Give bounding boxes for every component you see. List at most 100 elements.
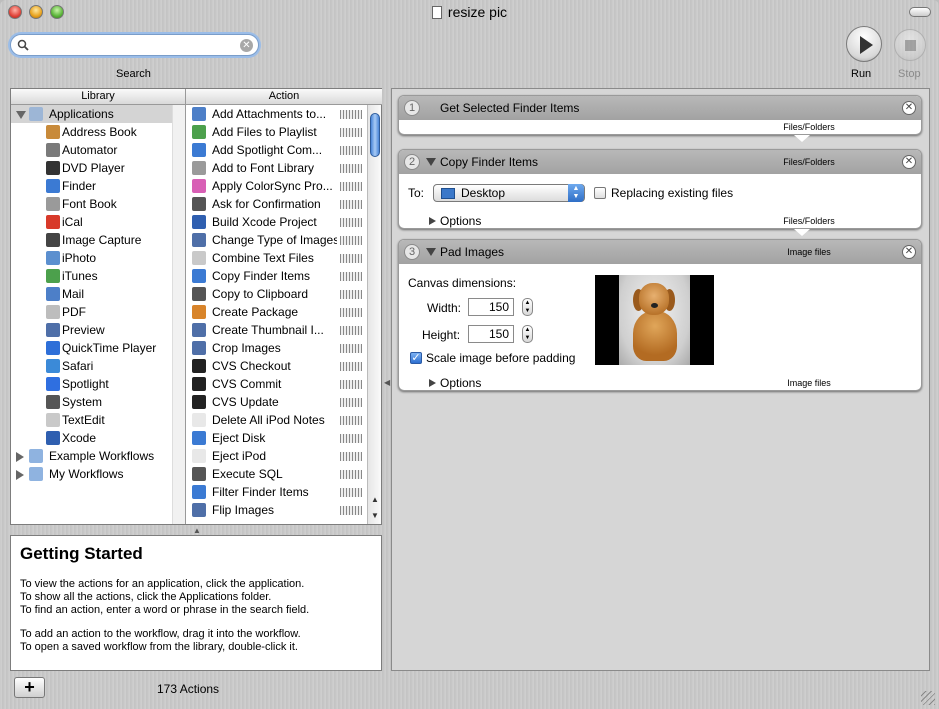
width-stepper[interactable]: ▲ ▼ [522, 298, 533, 316]
library-item[interactable]: Xcode [11, 429, 172, 447]
workflow-step-2[interactable]: 2 Copy Finder Items Files/Folders ✕ To: … [398, 149, 922, 229]
action-list-item[interactable]: Copy to Clipboard [187, 285, 367, 303]
search-input[interactable] [33, 37, 233, 53]
action-column-header[interactable]: Action [186, 89, 382, 105]
drag-grip-icon[interactable] [340, 236, 362, 245]
drag-grip-icon[interactable] [340, 128, 362, 137]
library-item[interactable]: Example Workflows [11, 447, 172, 465]
drag-grip-icon[interactable] [340, 380, 362, 389]
drag-grip-icon[interactable] [340, 146, 362, 155]
library-item[interactable]: Font Book [11, 195, 172, 213]
drag-grip-icon[interactable] [340, 164, 362, 173]
action-list-item[interactable]: Add Files to Playlist [187, 123, 367, 141]
action-list-item[interactable]: CVS Update [187, 393, 367, 411]
step-1-header[interactable]: 1 Get Selected Finder Items ✕ [399, 96, 921, 120]
library-item[interactable]: My Workflows [11, 465, 172, 483]
drag-grip-icon[interactable] [340, 254, 362, 263]
drag-grip-icon[interactable] [340, 416, 362, 425]
action-list-item[interactable]: Change Type of Images [187, 231, 367, 249]
scale-before-padding-checkbox[interactable]: ✓ [410, 352, 422, 364]
step-2-collapse-icon[interactable] [426, 158, 436, 166]
drag-grip-icon[interactable] [340, 182, 362, 191]
horizontal-splitter-handle[interactable]: ▲ [193, 526, 201, 535]
scroll-down-arrow[interactable]: ▼ [370, 511, 380, 521]
height-field[interactable]: 150 [468, 325, 514, 343]
library-item[interactable]: DVD Player [11, 159, 172, 177]
drag-grip-icon[interactable] [340, 290, 362, 299]
action-list-item[interactable]: CVS Commit [187, 375, 367, 393]
height-stepper[interactable]: ▲ ▼ [522, 325, 533, 343]
action-scrollbar[interactable]: ▲ ▼ [367, 105, 381, 524]
library-item[interactable]: Automator [11, 141, 172, 159]
drag-grip-icon[interactable] [340, 506, 362, 515]
library-item[interactable]: iPhoto [11, 249, 172, 267]
drag-grip-icon[interactable] [340, 362, 362, 371]
step-2-options-toggle[interactable]: Options [429, 214, 481, 228]
action-list-item[interactable]: Apply ColorSync Pro... [187, 177, 367, 195]
step-3-collapse-icon[interactable] [426, 248, 436, 256]
vertical-splitter-handle[interactable]: ◀ [384, 378, 390, 387]
drag-grip-icon[interactable] [340, 470, 362, 479]
library-column-header[interactable]: Library [11, 89, 186, 105]
action-list-item[interactable]: Flip Images [187, 501, 367, 519]
action-list-item[interactable]: Copy Finder Items [187, 267, 367, 285]
replace-existing-checkbox[interactable] [594, 187, 606, 199]
disclosure-triangle-icon[interactable] [16, 111, 26, 119]
library-item[interactable]: Applications [11, 105, 172, 123]
clear-search-icon[interactable]: ✕ [240, 39, 253, 52]
step-3-close-icon[interactable]: ✕ [902, 245, 916, 259]
action-list-item[interactable]: Add to Font Library [187, 159, 367, 177]
action-list-item[interactable]: Create Package [187, 303, 367, 321]
disclosure-triangle-icon[interactable] [16, 452, 24, 462]
library-item[interactable]: Address Book [11, 123, 172, 141]
library-item[interactable]: TextEdit [11, 411, 172, 429]
library-item[interactable]: Image Capture [11, 231, 172, 249]
library-item[interactable]: Finder [11, 177, 172, 195]
library-item[interactable]: System [11, 393, 172, 411]
drag-grip-icon[interactable] [340, 308, 362, 317]
action-list-item[interactable]: Add Spotlight Com... [187, 141, 367, 159]
action-list-item[interactable]: Eject iPod [187, 447, 367, 465]
add-button[interactable]: + [14, 677, 45, 698]
action-list-item[interactable]: Add Attachments to... [187, 105, 367, 123]
drag-grip-icon[interactable] [340, 218, 362, 227]
action-list-item[interactable]: Create Thumbnail I... [187, 321, 367, 339]
action-list-item[interactable]: Filter Finder Items [187, 483, 367, 501]
library-item[interactable]: Preview [11, 321, 172, 339]
action-list-item[interactable]: Crop Images [187, 339, 367, 357]
library-item[interactable]: Mail [11, 285, 172, 303]
action-list-item[interactable]: CVS Checkout [187, 357, 367, 375]
action-list-item[interactable]: Combine Text Files [187, 249, 367, 267]
window-resize-handle[interactable] [921, 691, 935, 705]
drag-grip-icon[interactable] [340, 344, 362, 353]
library-item[interactable]: PDF [11, 303, 172, 321]
width-field[interactable]: 150 [468, 298, 514, 316]
drag-grip-icon[interactable] [340, 452, 362, 461]
search-field[interactable]: ✕ [10, 34, 259, 56]
stop-button[interactable] [894, 29, 926, 61]
drag-grip-icon[interactable] [340, 272, 362, 281]
action-list-item[interactable]: Ask for Confirmation [187, 195, 367, 213]
action-list-item[interactable]: Delete All iPod Notes [187, 411, 367, 429]
library-item[interactable]: iTunes [11, 267, 172, 285]
drag-grip-icon[interactable] [340, 434, 362, 443]
action-list-item[interactable]: Execute SQL [187, 465, 367, 483]
step-3-header[interactable]: 3 Pad Images Image files ✕ [399, 240, 921, 264]
drag-grip-icon[interactable] [340, 326, 362, 335]
destination-popup[interactable]: Desktop ▲ ▼ [433, 184, 585, 202]
library-item[interactable]: Spotlight [11, 375, 172, 393]
action-scroll-thumb[interactable] [370, 113, 380, 157]
action-list-item[interactable]: Build Xcode Project [187, 213, 367, 231]
workflow-step-1[interactable]: 1 Get Selected Finder Items ✕ Files/Fold… [398, 95, 922, 135]
step-3-options-toggle[interactable]: Options [429, 376, 481, 390]
drag-grip-icon[interactable] [340, 488, 362, 497]
drag-grip-icon[interactable] [340, 110, 362, 119]
workflow-step-3[interactable]: 3 Pad Images Image files ✕ Canvas dimens… [398, 239, 922, 391]
step-2-header[interactable]: 2 Copy Finder Items Files/Folders ✕ [399, 150, 921, 174]
library-item[interactable]: iCal [11, 213, 172, 231]
library-item[interactable]: QuickTime Player [11, 339, 172, 357]
drag-grip-icon[interactable] [340, 200, 362, 209]
run-button[interactable] [846, 26, 882, 62]
step-1-close-icon[interactable]: ✕ [902, 101, 916, 115]
library-scrollbar[interactable] [172, 105, 186, 524]
